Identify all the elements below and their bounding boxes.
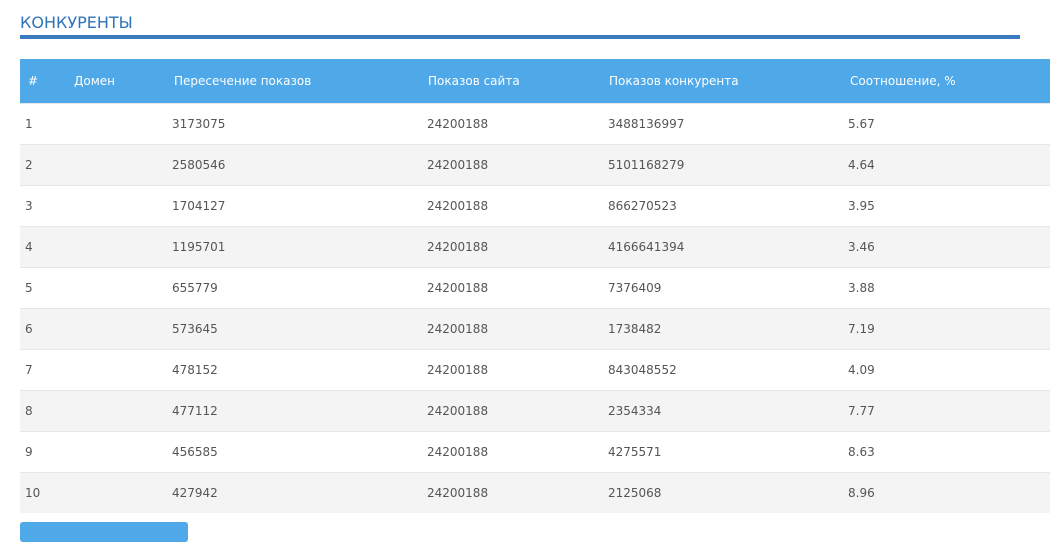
table-row: 9 456585 24200188 4275571 8.63 [20, 430, 1050, 472]
cell-site-impressions: 24200188 [427, 143, 605, 185]
cell-domain[interactable] [68, 102, 167, 144]
header-ratio[interactable]: Соотношение, % [846, 59, 1050, 103]
cell-rank: 4 [20, 225, 68, 267]
cell-site-impressions: 24200188 [427, 307, 605, 349]
cell-domain[interactable] [68, 389, 167, 431]
cell-site-impressions: 24200188 [427, 430, 605, 472]
cell-overlap: 1704127 [167, 184, 427, 226]
cell-overlap: 3173075 [167, 102, 427, 144]
cell-overlap: 573645 [167, 307, 427, 349]
cell-overlap: 2580546 [167, 143, 427, 185]
cell-overlap: 477112 [167, 389, 427, 431]
cell-site-impressions: 24200188 [427, 389, 605, 431]
table-row: 6 573645 24200188 1738482 7.19 [20, 307, 1050, 349]
table-row: 8 477112 24200188 2354334 7.77 [20, 389, 1050, 431]
show-more-button[interactable] [20, 522, 188, 542]
cell-site-impressions: 24200188 [427, 471, 605, 513]
cell-competitor-impressions: 866270523 [605, 184, 846, 226]
cell-competitor-impressions: 2125068 [605, 471, 846, 513]
header-competitor-impressions[interactable]: Показов конкурента [605, 59, 846, 103]
cell-rank: 10 [20, 471, 68, 513]
cell-overlap: 478152 [167, 348, 427, 390]
cell-rank: 6 [20, 307, 68, 349]
cell-rank: 1 [20, 102, 68, 144]
cell-overlap: 427942 [167, 471, 427, 513]
cell-ratio: 3.88 [846, 266, 1050, 308]
cell-site-impressions: 24200188 [427, 348, 605, 390]
cell-rank: 2 [20, 143, 68, 185]
cell-rank: 3 [20, 184, 68, 226]
cell-domain[interactable] [68, 430, 167, 472]
cell-ratio: 7.19 [846, 307, 1050, 349]
cell-rank: 9 [20, 430, 68, 472]
cell-domain[interactable] [68, 225, 167, 267]
table-row: 2 2580546 24200188 5101168279 4.64 [20, 143, 1050, 185]
cell-competitor-impressions: 4275571 [605, 430, 846, 472]
cell-site-impressions: 24200188 [427, 266, 605, 308]
header-domain[interactable]: Домен [68, 59, 167, 103]
table-header-row: # Домен Пересечение показов Показов сайт… [20, 59, 1050, 103]
cell-overlap: 655779 [167, 266, 427, 308]
cell-ratio: 8.63 [846, 430, 1050, 472]
cell-ratio: 7.77 [846, 389, 1050, 431]
table-row: 4 1195701 24200188 4166641394 3.46 [20, 225, 1050, 267]
section-title: КОНКУРЕНТЫ [20, 13, 133, 32]
cell-competitor-impressions: 1738482 [605, 307, 846, 349]
cell-competitor-impressions: 2354334 [605, 389, 846, 431]
cell-domain[interactable] [68, 266, 167, 308]
cell-ratio: 5.67 [846, 102, 1050, 144]
cell-domain[interactable] [68, 143, 167, 185]
table-row: 3 1704127 24200188 866270523 3.95 [20, 184, 1050, 226]
table-row: 5 655779 24200188 7376409 3.88 [20, 266, 1050, 308]
cell-site-impressions: 24200188 [427, 102, 605, 144]
cell-ratio: 8.96 [846, 471, 1050, 513]
title-underline [20, 35, 1020, 39]
cell-ratio: 4.09 [846, 348, 1050, 390]
cell-site-impressions: 24200188 [427, 184, 605, 226]
cell-rank: 8 [20, 389, 68, 431]
header-rank[interactable]: # [20, 59, 68, 103]
cell-competitor-impressions: 7376409 [605, 266, 846, 308]
cell-rank: 5 [20, 266, 68, 308]
cell-site-impressions: 24200188 [427, 225, 605, 267]
cell-competitor-impressions: 5101168279 [605, 143, 846, 185]
cell-rank: 7 [20, 348, 68, 390]
cell-overlap: 456585 [167, 430, 427, 472]
table-row: 10 427942 24200188 2125068 8.96 [20, 471, 1050, 513]
table-body: 1 3173075 24200188 3488136997 5.67 2 2580546 24… [20, 102, 1050, 513]
table-row: 7 478152 24200188 843048552 4.09 [20, 348, 1050, 390]
cell-ratio: 4.64 [846, 143, 1050, 185]
cell-domain[interactable] [68, 307, 167, 349]
header-site-impressions[interactable]: Показов сайта [427, 59, 605, 103]
cell-domain[interactable] [68, 348, 167, 390]
cell-competitor-impressions: 843048552 [605, 348, 846, 390]
cell-competitor-impressions: 4166641394 [605, 225, 846, 267]
cell-competitor-impressions: 3488136997 [605, 102, 846, 144]
competitors-panel: КОНКУРЕНТЫ # Домен Пересечение показов П… [0, 0, 1059, 542]
header-overlap[interactable]: Пересечение показов [167, 59, 427, 103]
cell-ratio: 3.95 [846, 184, 1050, 226]
cell-domain[interactable] [68, 184, 167, 226]
table-row: 1 3173075 24200188 3488136997 5.67 [20, 102, 1050, 144]
cell-domain[interactable] [68, 471, 167, 513]
competitors-table: # Домен Пересечение показов Показов сайт… [20, 59, 1050, 513]
cell-overlap: 1195701 [167, 225, 427, 267]
cell-ratio: 3.46 [846, 225, 1050, 267]
